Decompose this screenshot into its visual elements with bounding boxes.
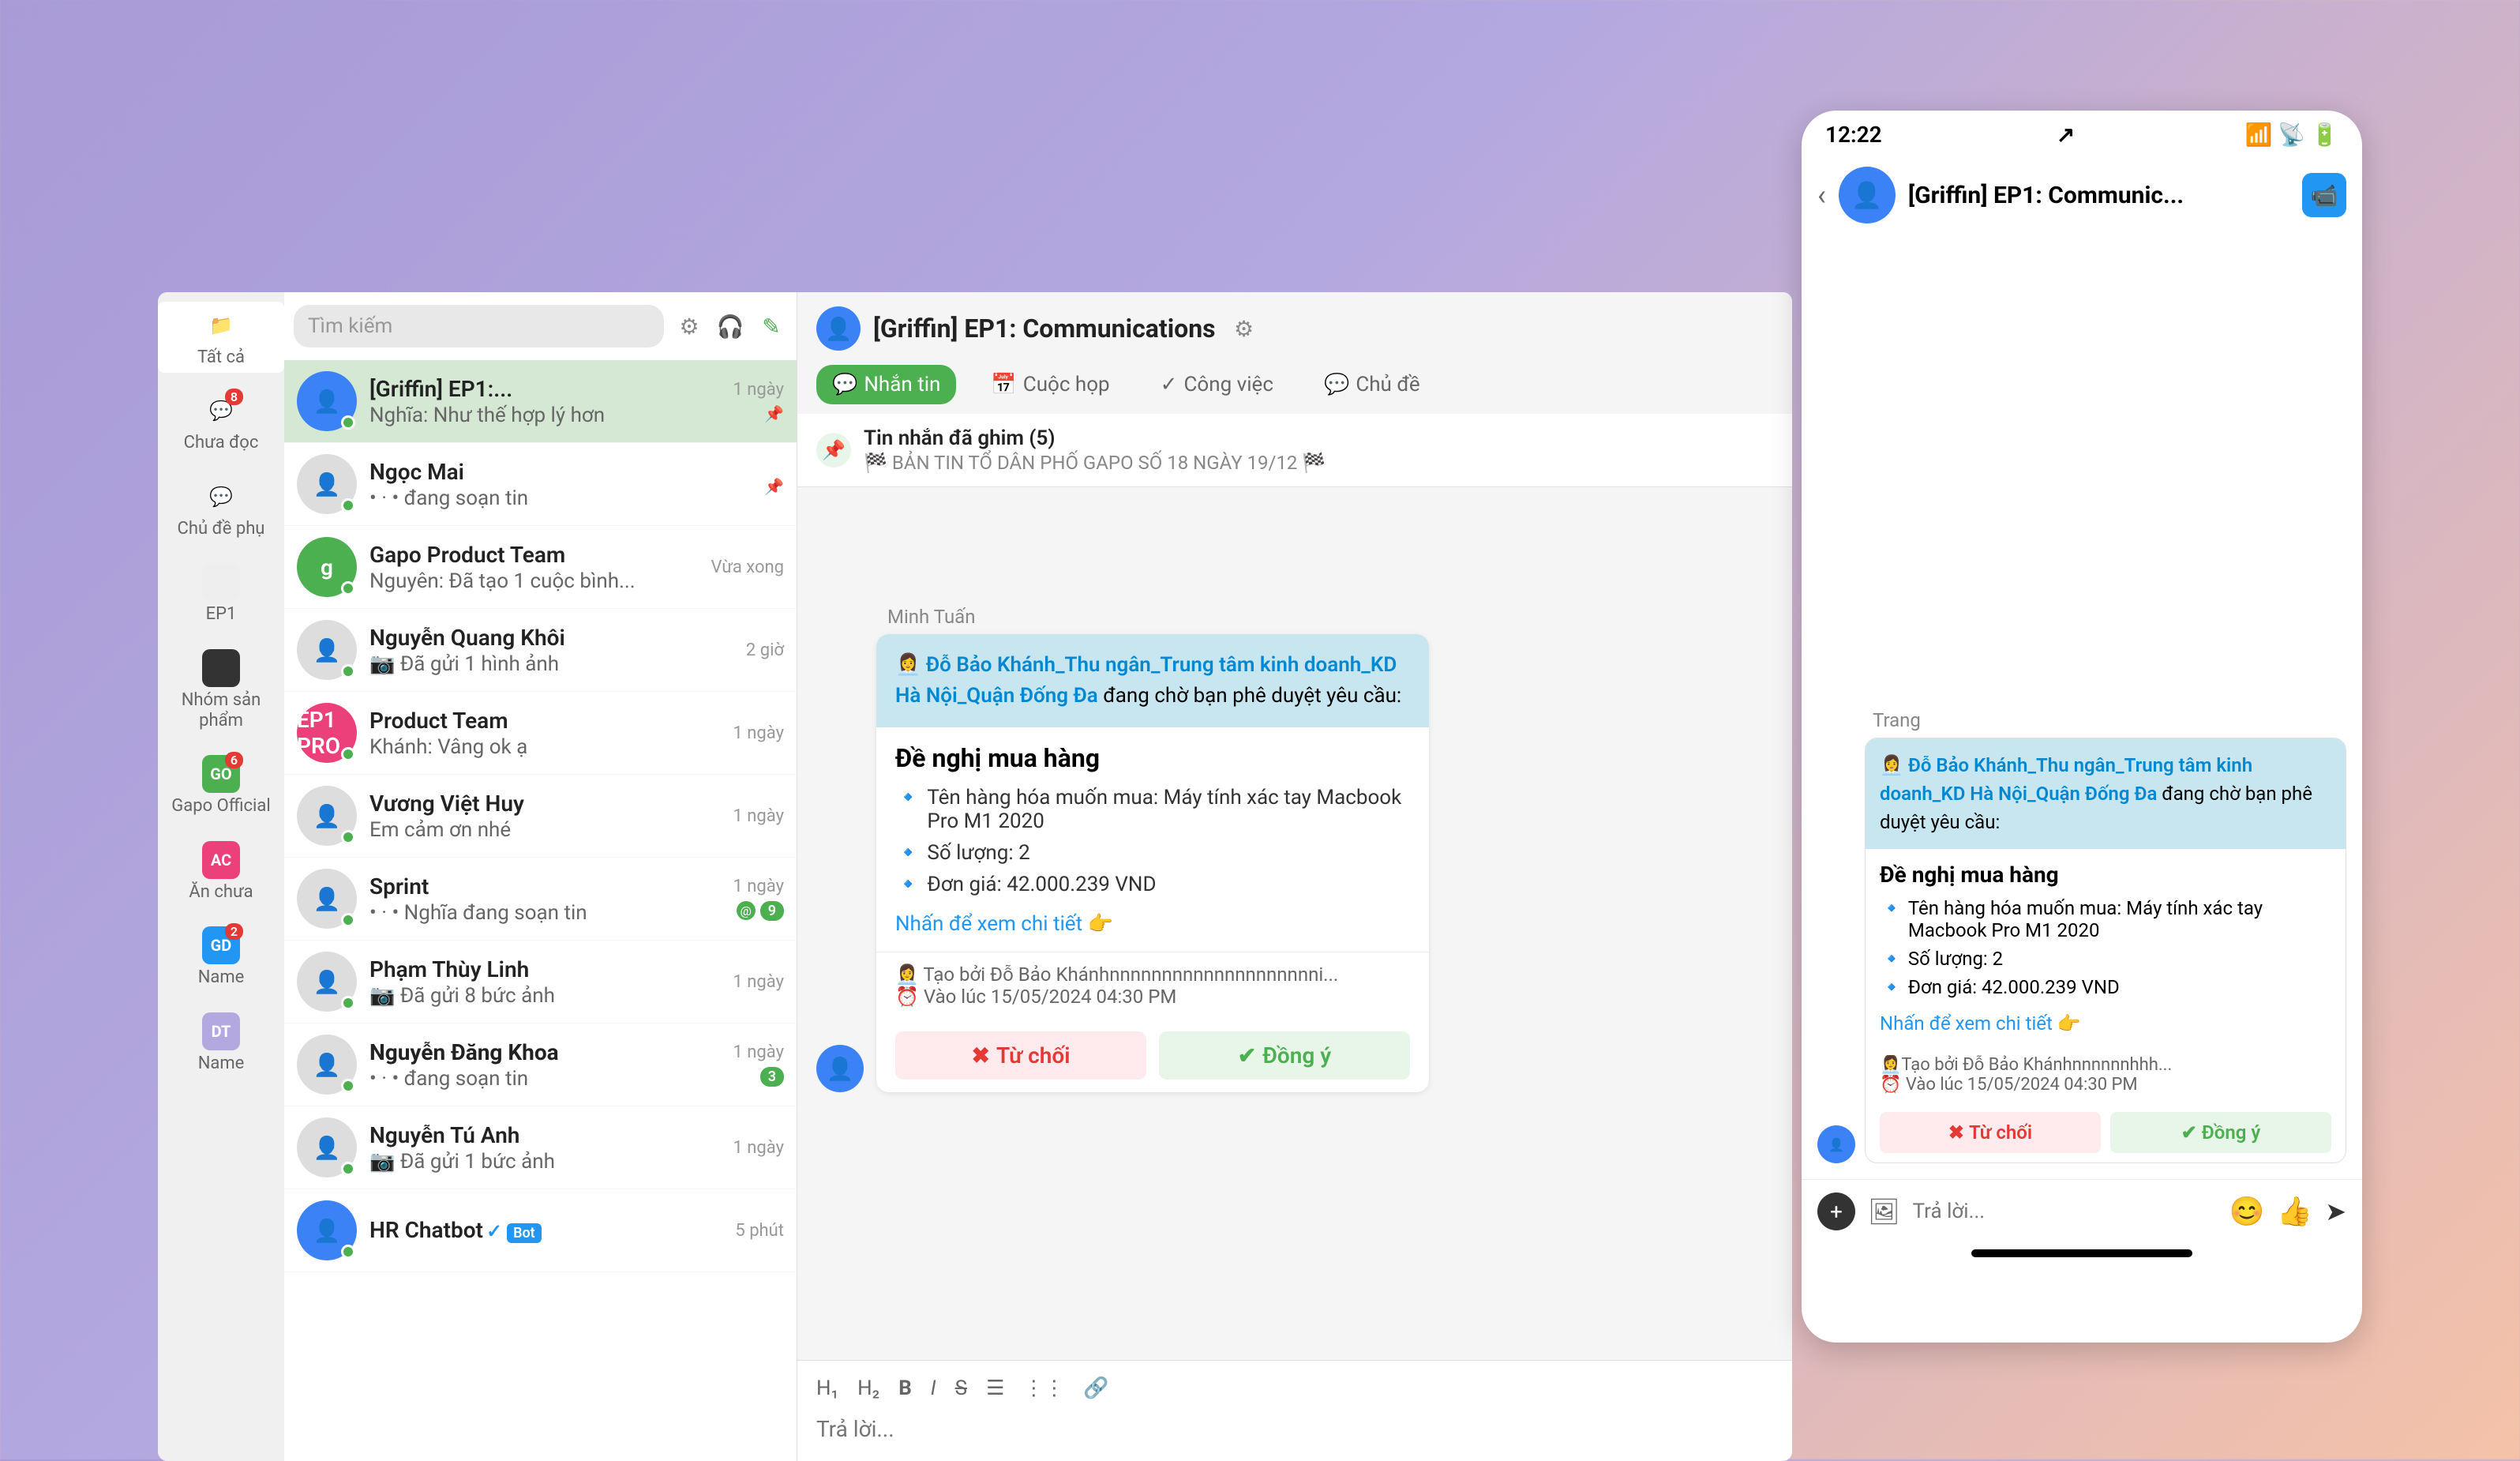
sidebar-ac[interactable]: ACĂn chưa bbox=[158, 836, 284, 907]
chat-item[interactable]: gGapo Product TeamNguyên: Đã tạo 1 cuộc … bbox=[284, 526, 797, 609]
messages-area: Minh Tuấn 👤 👩‍💼 Đỗ Bảo Khánh_Thu ngân_Tr… bbox=[797, 487, 1792, 1360]
reply-input[interactable] bbox=[816, 1407, 1773, 1452]
mobile-sender: Trang bbox=[1873, 709, 2346, 731]
mobile-status-bar: 12:22↗ 📶 📡 🔋 bbox=[1802, 111, 2362, 159]
sidebar-gd[interactable]: GD2Name bbox=[158, 922, 284, 993]
gear-icon[interactable]: ⚙ bbox=[1228, 313, 1260, 344]
mobile-messages: Trang 👤 👩‍💼 Đỗ Bảo Khánh_Thu ngân_Trung … bbox=[1802, 231, 2362, 1179]
mobile-composer: + 🖼 😊 👍 ➤ bbox=[1802, 1179, 2362, 1243]
approval-card: 👩‍💼 Đỗ Bảo Khánh_Thu ngân_Trung tâm kinh… bbox=[876, 634, 1429, 1092]
mobile-card-header: 👩‍💼 Đỗ Bảo Khánh_Thu ngân_Trung tâm kinh… bbox=[1866, 738, 2346, 849]
mobile-detail-link[interactable]: Nhấn để xem chi tiết 👉 bbox=[1880, 1012, 2081, 1035]
thumbs-button[interactable]: 👍 bbox=[2277, 1195, 2312, 1228]
chat-item[interactable]: 👤Vương Việt HuyEm cảm ơn nhé1 ngày bbox=[284, 775, 797, 858]
tabs: 💬 Nhắn tin 📅 Cuộc họp ✓ Công việc 💬 Chủ … bbox=[797, 365, 1792, 414]
sidebar-subtopic[interactable]: 💬Chủ đề phụ bbox=[158, 473, 284, 544]
chat-list: ⚙ 🎧 ✎ 👤[Griffin] EP1:...Nghĩa: Như thế h… bbox=[284, 292, 797, 1461]
strike-button[interactable]: S bbox=[955, 1376, 967, 1400]
main-chat: 👤 [Griffin] EP1: Communications ⚙ 💬 Nhắn… bbox=[797, 292, 1792, 1461]
chat-item[interactable]: 👤Sprint• · • Nghĩa đang soạn tin1 ngày@9 bbox=[284, 858, 797, 941]
reject-button[interactable]: ✖ Từ chối bbox=[895, 1031, 1146, 1080]
chat-item[interactable]: 👤[Griffin] EP1:...Nghĩa: Như thế hợp lý … bbox=[284, 360, 797, 443]
search-bar: ⚙ 🎧 ✎ bbox=[284, 292, 797, 360]
chat-item[interactable]: 👤Phạm Thùy Linh📷 Đã gửi 8 bức ảnh1 ngày bbox=[284, 941, 797, 1023]
h2-button[interactable]: H₂ bbox=[857, 1376, 879, 1400]
home-indicator bbox=[1971, 1249, 2192, 1257]
emoji-button[interactable]: 😊 bbox=[2229, 1195, 2265, 1228]
sidebar-gapo[interactable]: GO6Gapo Official bbox=[158, 750, 284, 821]
sidebar-products[interactable]: Nhóm sản phẩm bbox=[158, 644, 284, 737]
link-button[interactable]: 🔗 bbox=[1083, 1376, 1108, 1400]
sidebar-dt[interactable]: DTName bbox=[158, 1008, 284, 1079]
card-item-name: 🔹Tên hàng hóa muốn mua: Máy tính xác tay… bbox=[895, 786, 1410, 833]
bold-button[interactable]: B bbox=[898, 1376, 912, 1400]
compose-icon[interactable]: ✎ bbox=[756, 310, 787, 342]
tab-task[interactable]: ✓ Công việc bbox=[1145, 365, 1289, 404]
mobile-avatar[interactable]: 👤 bbox=[1839, 167, 1896, 223]
created-by: 👩‍💼 Tạo bởi Đỗ Bảo Khánhnnnnnnnnnnnnnnnn… bbox=[895, 963, 1410, 986]
mobile-msg-avatar[interactable]: 👤 bbox=[1817, 1125, 1855, 1163]
bullet-button[interactable]: ⋮⋮ bbox=[1023, 1376, 1064, 1400]
sidebar-all[interactable]: 📁Tất cả bbox=[158, 302, 284, 373]
headset-icon[interactable]: 🎧 bbox=[714, 310, 746, 342]
chat-item[interactable]: 👤Ngọc Mai• · • đang soạn tin📌 bbox=[284, 443, 797, 526]
send-button[interactable]: ➤ bbox=[2325, 1196, 2346, 1226]
mobile-title: [Griffin] EP1: Communic... bbox=[1908, 182, 2289, 209]
format-toolbar: H₁ H₂ B I S ☰ ⋮⋮ 🔗 bbox=[816, 1370, 1773, 1407]
chat-item[interactable]: 👤Nguyễn Quang Khôi📷 Đã gửi 1 hình ảnh2 g… bbox=[284, 609, 797, 692]
h1-button[interactable]: H₁ bbox=[816, 1376, 838, 1400]
mobile-header: ‹ 👤 [Griffin] EP1: Communic... 📹 bbox=[1802, 159, 2362, 231]
signal-icons: 📶 📡 🔋 bbox=[2244, 122, 2338, 148]
back-button[interactable]: ‹ bbox=[1817, 178, 1826, 212]
card-price: 🔹Đơn giá: 42.000.239 VND bbox=[895, 873, 1410, 896]
nav-sidebar: 📁Tất cả 💬8Chưa đọc 💬Chủ đề phụ EP1 Nhóm … bbox=[158, 292, 284, 1461]
chat-item[interactable]: 👤Nguyễn Tú Anh📷 Đã gửi 1 bức ảnh1 ngày bbox=[284, 1106, 797, 1189]
message-avatar[interactable]: 👤 bbox=[816, 1045, 864, 1092]
pin-icon: 📌 bbox=[816, 433, 851, 468]
chat-item[interactable]: EP1 PROProduct TeamKhánh: Vâng ok ạ1 ngà… bbox=[284, 692, 797, 775]
mobile-reject-button[interactable]: ✖ Từ chối bbox=[1880, 1112, 2101, 1153]
add-button[interactable]: + bbox=[1817, 1192, 1855, 1230]
settings-icon[interactable]: ⚙ bbox=[673, 310, 705, 342]
video-call-button[interactable]: 📹 bbox=[2302, 173, 2346, 217]
card-title: Đề nghị mua hàng bbox=[895, 743, 1410, 773]
mobile-accept-button[interactable]: ✔ Đồng ý bbox=[2110, 1112, 2331, 1153]
accept-button[interactable]: ✔ Đồng ý bbox=[1159, 1031, 1410, 1080]
card-quantity: 🔹Số lượng: 2 bbox=[895, 841, 1410, 865]
detail-link[interactable]: Nhấn để xem chi tiết 👉 bbox=[895, 912, 1113, 936]
sidebar-ep1[interactable]: EP1 bbox=[158, 558, 284, 629]
mobile-input[interactable] bbox=[1913, 1200, 2217, 1223]
mobile-approval-card: 👩‍💼 Đỗ Bảo Khánh_Thu ngân_Trung tâm kinh… bbox=[1865, 738, 2346, 1163]
chat-item[interactable]: 👤HR Chatbot✓Bot5 phút bbox=[284, 1189, 797, 1272]
tab-message[interactable]: 💬 Nhắn tin bbox=[816, 365, 956, 404]
gallery-icon[interactable]: 🖼 bbox=[1868, 1196, 1900, 1226]
italic-button[interactable]: I bbox=[931, 1376, 936, 1400]
sender-name: Minh Tuấn bbox=[887, 606, 1773, 628]
mobile-app: 12:22↗ 📶 📡 🔋 ‹ 👤 [Griffin] EP1: Communic… bbox=[1802, 111, 2362, 1343]
search-input[interactable] bbox=[294, 305, 664, 347]
chat-header: 👤 [Griffin] EP1: Communications ⚙ bbox=[797, 292, 1792, 365]
sidebar-unread[interactable]: 💬8Chưa đọc bbox=[158, 387, 284, 458]
pinned-message[interactable]: 📌 Tin nhắn đã ghim (5) 🏁 BẢN TIN TỔ DÂN … bbox=[797, 414, 1792, 487]
desktop-app: 📁Tất cả 💬8Chưa đọc 💬Chủ đề phụ EP1 Nhóm … bbox=[158, 292, 1792, 1461]
chat-title: [Griffin] EP1: Communications bbox=[873, 314, 1216, 344]
card-header: 👩‍💼 Đỗ Bảo Khánh_Thu ngân_Trung tâm kinh… bbox=[876, 634, 1429, 727]
composer: H₁ H₂ B I S ☰ ⋮⋮ 🔗 bbox=[797, 1360, 1792, 1461]
created-at: ⏰ Vào lúc 15/05/2024 04:30 PM bbox=[895, 986, 1410, 1008]
chat-item[interactable]: 👤Nguyễn Đăng Khoa• · • đang soạn tin1 ng… bbox=[284, 1023, 797, 1106]
tab-meeting[interactable]: 📅 Cuộc họp bbox=[975, 365, 1125, 404]
chat-avatar: 👤 bbox=[816, 306, 861, 351]
tab-topic[interactable]: 💬 Chủ đề bbox=[1308, 365, 1436, 404]
list-button[interactable]: ☰ bbox=[986, 1376, 1004, 1400]
